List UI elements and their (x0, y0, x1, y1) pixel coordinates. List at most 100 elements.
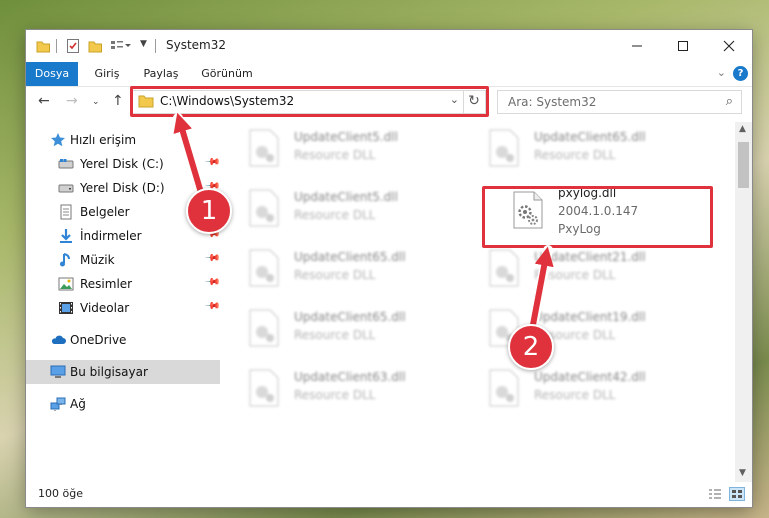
file-type: Resource DLL (534, 388, 616, 402)
list-item[interactable]: UpdateClient21.dll Resource DLL (478, 242, 708, 294)
file-type: Resource DLL (294, 208, 376, 222)
file-highlight-box (482, 186, 713, 248)
ribbon-tabs: Dosya Giriş Paylaş Görünüm ⌄ ? (26, 62, 752, 87)
sidebar-item-label: Müzik (80, 253, 115, 267)
sidebar-item-music[interactable]: Müzik 📌 (26, 248, 221, 272)
scroll-down-icon[interactable]: ▼ (739, 468, 746, 478)
up-button[interactable]: ↑ (112, 93, 124, 109)
forward-button[interactable]: → (66, 93, 78, 109)
drive-icon (58, 159, 74, 169)
maximize-button[interactable] (660, 30, 706, 62)
details-view-icon[interactable] (708, 488, 722, 500)
file-name: UpdateClient65.dll (294, 310, 406, 324)
list-item[interactable]: UpdateClient65.dll Resource DLL (478, 122, 708, 174)
sidebar-item-label: Bu bilgisayar (70, 365, 148, 379)
properties-icon[interactable] (66, 38, 80, 54)
address-highlight-box (130, 86, 489, 117)
minimize-button[interactable] (614, 30, 660, 62)
file-name: UpdateClient19.dll (534, 310, 646, 324)
sidebar-item-label: Belgeler (80, 205, 130, 219)
star-icon (51, 133, 65, 147)
close-button[interactable] (706, 30, 752, 62)
file-name: UpdateClient5.dll (294, 190, 398, 204)
dll-file-icon (249, 369, 279, 407)
cloud-icon (51, 335, 66, 344)
pin-icon[interactable]: 📌 (204, 154, 221, 171)
list-item[interactable]: UpdateClient42.dll Resource DLL (478, 362, 708, 414)
list-item[interactable]: UpdateClient65.dll Resource DLL (238, 242, 468, 294)
vertical-scrollbar[interactable]: ▲ ▼ (735, 122, 752, 482)
sidebar-item-this-pc[interactable]: Bu bilgisayar (26, 360, 220, 384)
sidebar-item-onedrive[interactable]: OneDrive (26, 328, 220, 352)
sidebar-item-pictures[interactable]: Resimler 📌 (26, 272, 221, 296)
sidebar-item-quick-access[interactable]: Hızlı erişim (26, 128, 220, 152)
dll-file-icon (249, 249, 279, 287)
tab-dosya[interactable]: Dosya (26, 62, 78, 86)
search-icon: ⌕ (725, 94, 733, 109)
tiles-view-icon[interactable] (729, 487, 745, 501)
dll-file-icon (489, 369, 519, 407)
sidebar-item-disk-c[interactable]: Yerel Disk (C:) 📌 (26, 152, 221, 176)
list-item[interactable]: UpdateClient63.dll Resource DLL (238, 362, 468, 414)
status-bar: 100 öğe (26, 482, 752, 507)
list-item[interactable]: UpdateClient5.dll Resource DLL (238, 122, 468, 174)
tab-paylas[interactable]: Paylaş (136, 62, 186, 86)
pin-icon[interactable]: 📌 (204, 274, 221, 291)
sidebar-item-videos[interactable]: Videolar 📌 (26, 296, 221, 320)
item-count: 100 öğe (38, 487, 83, 500)
pin-icon[interactable]: 📌 (204, 250, 221, 267)
step-badge-2: 2 (508, 324, 554, 370)
sidebar-item-label: İndirmeler (80, 229, 142, 243)
network-icon (50, 397, 66, 411)
file-name: UpdateClient5.dll (294, 130, 398, 144)
sidebar-item-network[interactable]: Ağ (26, 392, 220, 416)
sidebar-item-downloads[interactable]: İndirmeler 📌 (26, 224, 221, 248)
sidebar-item-label: OneDrive (70, 333, 127, 347)
computer-icon (50, 365, 66, 378)
tab-gorunum[interactable]: Görünüm (194, 62, 260, 86)
list-item[interactable]: UpdateClient5.dll Resource DLL (238, 182, 468, 234)
sidebar-item-label: Hızlı erişim (70, 133, 137, 147)
file-type: Resource DLL (294, 268, 376, 282)
back-button[interactable]: ← (38, 93, 50, 109)
collapse-ribbon-icon[interactable]: ⌄ (717, 66, 726, 79)
drive-icon (58, 184, 74, 193)
divider (155, 39, 156, 53)
customize-toolbar-icon[interactable] (110, 38, 132, 54)
file-list: UpdateClient5.dll Resource DLL UpdateCli… (238, 122, 733, 482)
tab-giris[interactable]: Giriş (86, 62, 128, 86)
file-name: UpdateClient42.dll (534, 370, 646, 384)
chevron-down-icon[interactable]: ▼ (140, 39, 147, 55)
file-name: UpdateClient63.dll (294, 370, 406, 384)
help-icon[interactable]: ? (733, 66, 748, 81)
videos-icon (59, 302, 73, 314)
divider (56, 39, 57, 53)
music-icon (60, 253, 70, 267)
window-title: System32 (166, 38, 227, 52)
file-type: Resource DLL (534, 268, 616, 282)
recent-locations-button[interactable]: ⌄ (92, 97, 100, 107)
list-item[interactable]: UpdateClient65.dll Resource DLL (238, 302, 468, 354)
folder-icon[interactable] (36, 38, 50, 54)
minimize-icon (632, 45, 642, 47)
pin-icon[interactable]: 📌 (204, 298, 221, 315)
maximize-icon (678, 41, 688, 51)
documents-icon (60, 204, 72, 220)
file-type: Resource DLL (294, 148, 376, 162)
file-name: UpdateClient21.dll (534, 250, 646, 264)
close-icon (723, 40, 735, 52)
file-name: UpdateClient65.dll (294, 250, 406, 264)
file-type: Resource DLL (534, 148, 616, 162)
new-folder-icon[interactable] (88, 38, 102, 54)
pictures-icon (58, 277, 74, 291)
file-name: UpdateClient65.dll (534, 130, 646, 144)
search-placeholder: Ara: System32 (508, 95, 597, 109)
scrollbar-thumb[interactable] (738, 142, 749, 188)
dll-file-icon (489, 249, 519, 287)
search-input[interactable]: Ara: System32 ⌕ (497, 90, 742, 114)
file-type: Resource DLL (294, 328, 376, 342)
scroll-up-icon[interactable]: ▲ (739, 124, 746, 134)
navigation-pane: Hızlı erişim Yerel Disk (C:) 📌 Yerel Dis… (26, 122, 221, 482)
title-bar: ▼ System32 (26, 30, 752, 62)
sidebar-item-label: Yerel Disk (D:) (80, 181, 165, 195)
